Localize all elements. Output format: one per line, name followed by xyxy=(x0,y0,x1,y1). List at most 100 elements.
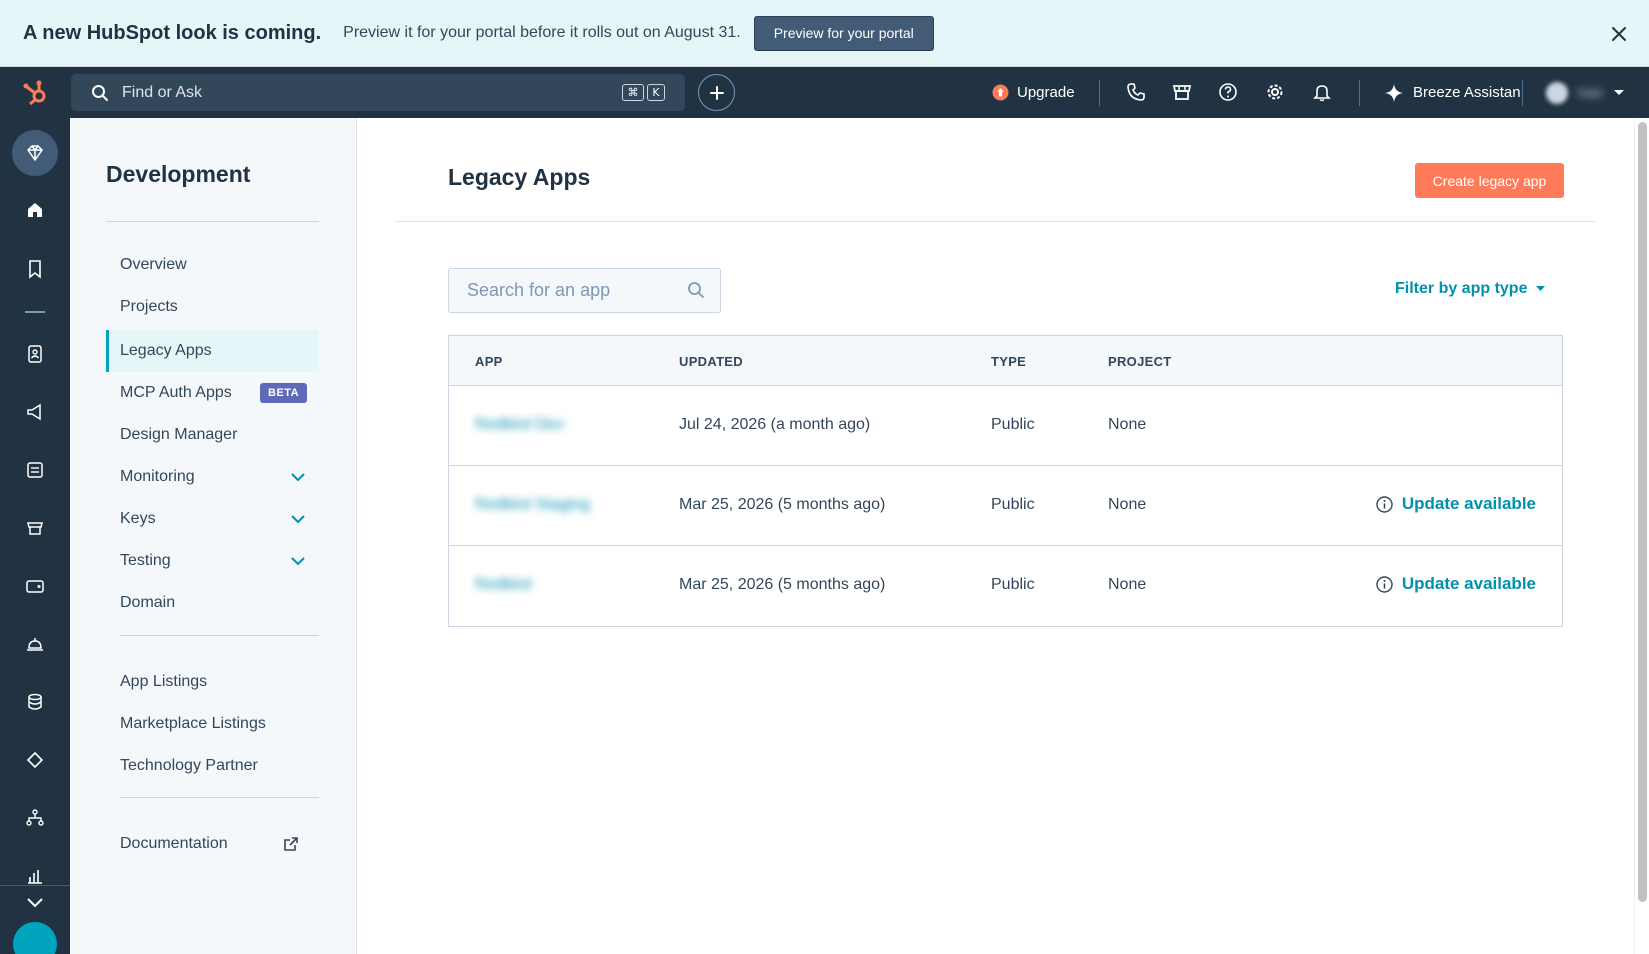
contacts-icon[interactable] xyxy=(25,344,45,364)
announcement-banner: A new HubSpot look is coming. Preview it… xyxy=(0,0,1649,67)
sidebar-item-legacy-apps[interactable]: Legacy Apps xyxy=(120,339,212,363)
sidebar-divider xyxy=(120,797,319,798)
diamond-gem-icon[interactable] xyxy=(25,143,45,163)
filter-by-app-type-dropdown[interactable]: Filter by app type xyxy=(1395,280,1545,298)
sidebar-item-projects[interactable]: Projects xyxy=(120,295,178,319)
home-icon[interactable] xyxy=(25,200,45,220)
reports-bar-chart-icon[interactable] xyxy=(25,866,45,886)
commerce-store-icon[interactable] xyxy=(25,518,45,538)
shortcut-key-cmd: ⌘ xyxy=(622,84,644,101)
service-bell-icon[interactable] xyxy=(25,634,45,654)
upgrade-link[interactable]: Upgrade xyxy=(992,67,1075,118)
database-icon[interactable] xyxy=(25,692,45,712)
marketing-megaphone-icon[interactable] xyxy=(25,402,45,422)
column-header-updated[interactable]: UPDATED xyxy=(679,354,743,369)
breeze-assistant-button[interactable]: Breeze Assistan xyxy=(1385,67,1521,118)
app-search-input[interactable] xyxy=(448,268,721,313)
header-divider xyxy=(395,221,1595,222)
sidebar-item-mcp-auth-apps[interactable]: MCP Auth Apps xyxy=(120,381,232,405)
phone-icon[interactable] xyxy=(1126,82,1146,102)
project-cell: None xyxy=(1108,416,1147,433)
marketplace-icon[interactable] xyxy=(1172,82,1192,102)
caret-down-icon xyxy=(1613,89,1624,95)
wallet-icon[interactable] xyxy=(25,576,45,596)
left-icon-rail xyxy=(0,118,70,954)
table-header: APP UPDATED TYPE PROJECT xyxy=(449,336,1562,386)
search-icon xyxy=(688,282,704,298)
external-link-icon[interactable] xyxy=(283,836,299,852)
sidebar-item-testing[interactable]: Testing xyxy=(120,549,171,573)
info-icon xyxy=(1376,495,1393,513)
account-menu[interactable]: Ivan xyxy=(1546,67,1625,118)
table-row: Redbird Staging Mar 25, 2026 (5 months a… xyxy=(449,466,1562,546)
hubspot-logo[interactable] xyxy=(0,67,70,118)
update-available-link[interactable]: Update available xyxy=(1376,574,1536,594)
settings-gear-icon[interactable] xyxy=(1265,82,1285,102)
beta-badge: BETA xyxy=(260,383,308,403)
help-bubble-button[interactable] xyxy=(13,922,57,954)
caret-down-icon xyxy=(1535,285,1545,291)
type-cell: Public xyxy=(991,416,1035,433)
create-plus-button[interactable] xyxy=(698,74,735,111)
sparkle-icon xyxy=(1385,83,1403,102)
scrollbar-thumb[interactable] xyxy=(1638,122,1647,902)
update-available-link[interactable]: Update available xyxy=(1376,494,1536,514)
sidebar-item-domain[interactable]: Domain xyxy=(120,591,175,615)
preview-portal-button[interactable]: Preview for your portal xyxy=(753,15,934,51)
app-name-link[interactable]: Redbird Dev xyxy=(475,416,564,434)
global-search-bar[interactable]: Find or Ask ⌘ K xyxy=(71,74,685,111)
apps-table: APP UPDATED TYPE PROJECT Redbird Dev Jul… xyxy=(448,335,1563,627)
type-cell: Public xyxy=(991,576,1035,593)
sidebar-item-technology-partner[interactable]: Technology Partner xyxy=(120,754,258,778)
upgrade-label: Upgrade xyxy=(1017,84,1075,101)
table-row: Redbird Mar 25, 2026 (5 months ago) Publ… xyxy=(449,546,1562,626)
plus-icon xyxy=(709,85,724,100)
automation-diamond-icon[interactable] xyxy=(25,750,45,770)
org-chart-icon[interactable] xyxy=(25,808,45,828)
banner-text: Preview it for your portal before it rol… xyxy=(343,24,741,41)
update-available-label: Update available xyxy=(1401,494,1536,513)
content-icon[interactable] xyxy=(25,460,45,480)
page-scrollbar[interactable] xyxy=(1634,118,1649,954)
update-available-label: Update available xyxy=(1401,574,1536,593)
shortcut-key-k: K xyxy=(647,84,665,101)
nav-divider xyxy=(1099,80,1100,106)
column-header-app[interactable]: APP xyxy=(475,354,503,369)
bookmark-icon[interactable] xyxy=(25,259,45,279)
sidebar-item-keys[interactable]: Keys xyxy=(120,507,156,531)
chevron-down-icon[interactable] xyxy=(289,510,307,528)
sidebar-item-monitoring[interactable]: Monitoring xyxy=(120,465,195,489)
create-legacy-app-button[interactable]: Create legacy app xyxy=(1415,163,1564,198)
rail-divider xyxy=(0,885,70,886)
sidebar-item-documentation[interactable]: Documentation xyxy=(120,832,228,856)
chevron-down-icon[interactable] xyxy=(289,552,307,570)
sidebar-item-app-listings[interactable]: App Listings xyxy=(120,670,207,694)
sidebar-item-marketplace-listings[interactable]: Marketplace Listings xyxy=(120,712,266,736)
avatar xyxy=(1546,81,1568,104)
development-sidebar: Development Overview Projects Legacy App… xyxy=(70,118,357,954)
project-cell: None xyxy=(1108,496,1147,513)
notifications-bell-icon[interactable] xyxy=(1312,82,1332,102)
app-name-link[interactable]: Redbird xyxy=(475,576,531,594)
sidebar-item-design-manager[interactable]: Design Manager xyxy=(120,423,237,447)
sidebar-item-overview[interactable]: Overview xyxy=(120,253,187,277)
breeze-assistant-label: Breeze Assistan xyxy=(1413,84,1521,101)
search-icon xyxy=(92,84,108,101)
main-content: Legacy Apps Create legacy app Filter by … xyxy=(357,118,1634,954)
chevron-down-icon[interactable] xyxy=(289,468,307,486)
info-icon xyxy=(1376,575,1393,593)
app-name-link[interactable]: Redbird Staging xyxy=(475,496,590,514)
table-row: Redbird Dev Jul 24, 2026 (a month ago) P… xyxy=(449,386,1562,466)
close-icon[interactable] xyxy=(1609,24,1629,44)
column-header-type[interactable]: TYPE xyxy=(991,354,1026,369)
upgrade-icon xyxy=(992,84,1009,101)
sidebar-divider xyxy=(106,221,319,222)
top-navigation: Find or Ask ⌘ K Upgrade Breeze Assistan … xyxy=(0,67,1649,118)
user-name: Ivan xyxy=(1578,85,1603,100)
chevron-down-icon[interactable] xyxy=(25,896,45,910)
nav-divider xyxy=(1522,80,1523,106)
column-header-project[interactable]: PROJECT xyxy=(1108,354,1172,369)
sidebar-divider xyxy=(120,635,319,636)
hubspot-logo-icon xyxy=(23,80,46,105)
help-icon[interactable] xyxy=(1218,82,1238,102)
